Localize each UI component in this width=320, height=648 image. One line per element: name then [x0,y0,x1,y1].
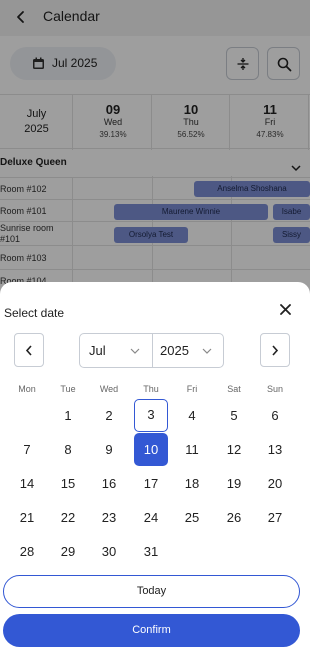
day-cell-selected[interactable]: 10 [134,433,168,466]
day-cell[interactable]: 28 [10,535,44,568]
weekday-label: Fri [186,384,198,394]
day-cell[interactable]: 2 [92,399,126,432]
year-select-value: 2025 [160,343,189,358]
day-cell[interactable]: 18 [175,467,209,500]
day-cell[interactable]: 14 [10,467,44,500]
weekday-label: Tue [60,384,76,394]
month-select[interactable]: Jul [80,334,152,367]
next-month-button[interactable] [260,333,290,367]
day-cell[interactable]: 20 [258,467,292,500]
weekday-label: Thu [143,384,159,394]
weekday-label: Sat [227,384,241,394]
day-cell[interactable]: 29 [51,535,85,568]
day-cell[interactable]: 6 [258,399,292,432]
day-cell[interactable]: 25 [175,501,209,534]
day-cell[interactable]: 30 [92,535,126,568]
day-cell[interactable]: 15 [51,467,85,500]
day-cell[interactable]: 31 [134,535,168,568]
weekday-label: Wed [99,384,119,394]
weekday-label: Mon [18,384,36,394]
sheet-title: Select date [4,306,65,320]
day-cell[interactable]: 1 [51,399,85,432]
day-cell[interactable]: 24 [134,501,168,534]
prev-month-button[interactable] [14,333,44,367]
day-cell[interactable]: 19 [217,467,251,500]
day-cell[interactable]: 16 [92,467,126,500]
day-cell[interactable]: 7 [10,433,44,466]
day-cell[interactable]: 12 [217,433,251,466]
today-button[interactable]: Today [3,575,300,608]
day-cell[interactable]: 26 [217,501,251,534]
day-cell[interactable]: 23 [92,501,126,534]
confirm-button[interactable]: Confirm [3,614,300,647]
day-cell[interactable]: 9 [92,433,126,466]
chevron-left-icon [25,345,32,356]
chevron-down-icon [130,348,140,354]
day-cell[interactable]: 11 [175,433,209,466]
month-year-selects: Jul 2025 [79,333,224,368]
day-cell[interactable]: 21 [10,501,44,534]
weekday-label: Sun [266,384,283,394]
chevron-right-icon [272,345,279,356]
day-cell-today[interactable]: 3 [134,399,168,432]
year-select[interactable]: 2025 [153,334,223,367]
day-cell[interactable]: 27 [258,501,292,534]
date-picker-sheet: Select date Jul 2025 Mon Tue Wed Thu Fri Sat S… [0,282,310,648]
day-cell[interactable]: 13 [258,433,292,466]
day-cell[interactable]: 8 [51,433,85,466]
chevron-down-icon [202,348,212,354]
day-cell[interactable]: 17 [134,467,168,500]
day-cell[interactable]: 4 [175,399,209,432]
day-cell[interactable]: 22 [51,501,85,534]
month-select-value: Jul [89,343,106,358]
close-icon[interactable] [280,302,291,315]
day-cell[interactable]: 5 [217,399,251,432]
